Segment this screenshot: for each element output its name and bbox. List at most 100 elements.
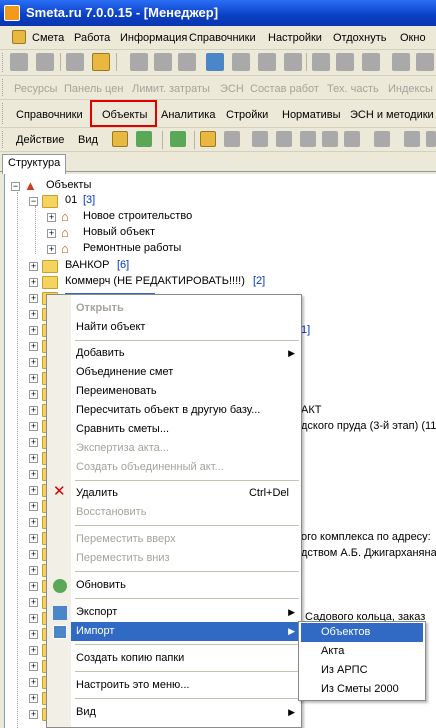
- submenu-item-act[interactable]: Акта: [301, 642, 423, 661]
- toolbar-grip[interactable]: [2, 53, 5, 72]
- expand-icon[interactable]: +: [29, 678, 38, 687]
- menu-item-configure[interactable]: Настроить это меню...: [71, 676, 301, 695]
- expand-icon[interactable]: +: [29, 278, 38, 287]
- expand-icon[interactable]: +: [47, 213, 56, 222]
- expand-icon[interactable]: +: [29, 422, 38, 431]
- expand-icon[interactable]: +: [29, 614, 38, 623]
- tab-normativy[interactable]: Нормативы: [282, 109, 341, 121]
- menu-item-move-down[interactable]: Переместить вниз: [71, 549, 301, 568]
- toolbar-grip[interactable]: [2, 79, 5, 96]
- expand-icon[interactable]: +: [29, 294, 38, 303]
- objects-icon[interactable]: [224, 131, 240, 147]
- expand-icon[interactable]: +: [29, 470, 38, 479]
- expand-icon[interactable]: +: [29, 374, 38, 383]
- menu-rabota[interactable]: Работа: [74, 32, 110, 44]
- expand-icon[interactable]: +: [47, 229, 56, 238]
- expand-icon[interactable]: +: [29, 630, 38, 639]
- menu-item-delete[interactable]: Удалить Ctrl+Del: [71, 484, 301, 503]
- menu-spravochniki[interactable]: Справочники: [189, 32, 256, 44]
- menu-item-export[interactable]: Экспорт ▶: [71, 603, 301, 622]
- expand-icon[interactable]: +: [29, 518, 38, 527]
- expand-icon[interactable]: +: [29, 262, 38, 271]
- expand-icon[interactable]: +: [29, 694, 38, 703]
- app-menu-icon[interactable]: [12, 30, 26, 44]
- outdent-icon[interactable]: [258, 53, 276, 71]
- toolbar-gray-icon[interactable]: [426, 131, 436, 147]
- toolbar-limit[interactable]: Лимит. затраты: [132, 83, 210, 95]
- expand-icon[interactable]: +: [29, 598, 38, 607]
- menu-item-copy-folder[interactable]: Создать копию папки: [71, 649, 301, 668]
- folder-up-icon[interactable]: [112, 131, 128, 147]
- search-icon[interactable]: [92, 53, 110, 71]
- new-folder-icon[interactable]: [136, 131, 152, 147]
- tab-stroiki[interactable]: Стройки: [226, 109, 268, 121]
- expand-icon[interactable]: +: [29, 662, 38, 671]
- submenu-item-objects[interactable]: Объектов: [301, 623, 423, 642]
- menu-otdokhnut[interactable]: Отдохнуть: [333, 32, 387, 44]
- expand-icon[interactable]: +: [29, 566, 38, 575]
- edit-icon[interactable]: [336, 53, 354, 71]
- close-doc-icon[interactable]: [66, 53, 84, 71]
- link-icon[interactable]: [312, 53, 330, 71]
- tab-spravochniki[interactable]: Справочники: [16, 109, 83, 121]
- menu-informatsiya[interactable]: Информация: [120, 32, 187, 44]
- expand-icon[interactable]: +: [29, 486, 38, 495]
- menu-item-create-act[interactable]: Создать объединенный акт...: [71, 458, 301, 477]
- menu-item-add[interactable]: Добавить ▶: [71, 344, 301, 363]
- recalc-icon[interactable]: [206, 53, 224, 71]
- expand-icon[interactable]: +: [29, 310, 38, 319]
- expand-icon[interactable]: +: [29, 550, 38, 559]
- expand-icon[interactable]: +: [29, 454, 38, 463]
- menu-item-compare[interactable]: Сравнить сметы...: [71, 420, 301, 439]
- delete-icon[interactable]: [392, 53, 410, 71]
- percent-icon[interactable]: [374, 131, 390, 147]
- tree-view-icon[interactable]: [10, 53, 28, 71]
- toolbar-panel-tsen[interactable]: Панель цен: [64, 83, 123, 95]
- toolbar-esn[interactable]: ЭСН: [220, 83, 244, 95]
- toolbar-resursy[interactable]: Ресурсы: [14, 83, 57, 95]
- tab-analitika[interactable]: Аналитика: [161, 109, 215, 121]
- expand-icon[interactable]: +: [29, 326, 38, 335]
- menu-okno[interactable]: Окно: [400, 32, 426, 44]
- page-icon[interactable]: [362, 53, 380, 71]
- filter-icon[interactable]: [284, 53, 302, 71]
- menu-item-open[interactable]: Открыть: [71, 299, 301, 318]
- expand-icon[interactable]: +: [29, 646, 38, 655]
- arrow-up-icon[interactable]: [322, 131, 338, 147]
- expand-icon[interactable]: +: [29, 534, 38, 543]
- collapse-icon[interactable]: −: [11, 182, 20, 191]
- expand-icon[interactable]: +: [29, 438, 38, 447]
- refresh-icon[interactable]: [170, 131, 186, 147]
- menu-nastroiki[interactable]: Настройки: [268, 32, 322, 44]
- menu-item-rename[interactable]: Переименовать: [71, 382, 301, 401]
- menu-smeta[interactable]: Смета: [32, 32, 64, 44]
- toolbar-tekh[interactable]: Тех. часть: [327, 83, 379, 95]
- menu-item-refresh[interactable]: Обновить: [71, 576, 301, 595]
- tab-esn[interactable]: ЭСН и методики: [350, 109, 434, 121]
- tab-struktura[interactable]: Структура: [2, 154, 67, 174]
- menu-item-move-up[interactable]: Переместить вверх: [71, 530, 301, 549]
- toolbar-grip[interactable]: [2, 131, 5, 148]
- expand-icon[interactable]: +: [47, 245, 56, 254]
- menu-item-recalc[interactable]: Пересчитать объект в другую базу...: [71, 401, 301, 420]
- toolbar-indeksy[interactable]: Индексы: [388, 83, 433, 95]
- new-object-icon[interactable]: [200, 131, 216, 147]
- list-view-icon[interactable]: [36, 53, 54, 71]
- toolbar-gray-icon[interactable]: [404, 131, 420, 147]
- toolbar-grip[interactable]: [2, 103, 5, 124]
- toolbar-gray-icon[interactable]: [276, 131, 292, 147]
- menu-item-import[interactable]: Импорт ▶: [71, 622, 301, 641]
- toolbar-gray-icon[interactable]: [252, 131, 268, 147]
- submenu-item-arps[interactable]: Из АРПС: [301, 661, 423, 680]
- menu-item-find[interactable]: Найти объект: [71, 318, 301, 337]
- menu-item-merge[interactable]: Объединение смет: [71, 363, 301, 382]
- expand-icon[interactable]: +: [29, 582, 38, 591]
- arrow-down-icon[interactable]: [344, 131, 360, 147]
- expand-icon[interactable]: +: [29, 358, 38, 367]
- expand-icon[interactable]: +: [29, 390, 38, 399]
- indent-icon[interactable]: [232, 53, 250, 71]
- expand-icon[interactable]: +: [29, 406, 38, 415]
- expand-icon[interactable]: +: [29, 502, 38, 511]
- collapse-icon[interactable]: −: [29, 197, 38, 206]
- print-icon[interactable]: [154, 53, 172, 71]
